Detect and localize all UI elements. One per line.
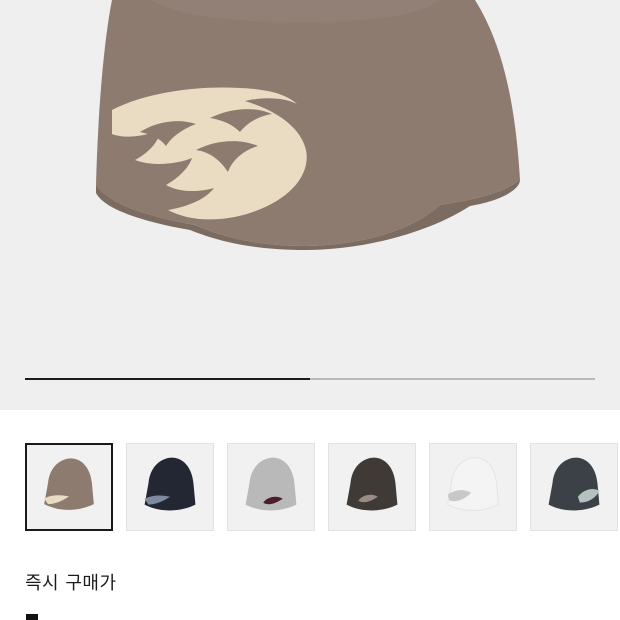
beanie-icon <box>96 0 520 250</box>
beanie-icon <box>346 457 398 511</box>
gallery-progress-fill <box>25 378 310 380</box>
buy-now-price-label: 즉시 구매가 <box>25 573 117 594</box>
beanie-icon <box>144 457 196 511</box>
beanie-icon <box>245 457 297 511</box>
beanie-icon <box>548 457 600 511</box>
thumb-dark-grey[interactable] <box>530 443 618 531</box>
beanie-icon <box>447 457 499 511</box>
thumbnail-strip <box>25 443 620 533</box>
thumb-charcoal[interactable] <box>328 443 416 531</box>
product-image-area[interactable] <box>0 0 620 410</box>
thumb-white[interactable] <box>429 443 517 531</box>
beanie-icon <box>44 458 94 510</box>
thumb-grey[interactable] <box>227 443 315 531</box>
thumb-brown[interactable] <box>25 443 113 531</box>
price-value-partial <box>26 614 38 620</box>
thumb-navy[interactable] <box>126 443 214 531</box>
gallery-progress-bar <box>25 378 595 380</box>
